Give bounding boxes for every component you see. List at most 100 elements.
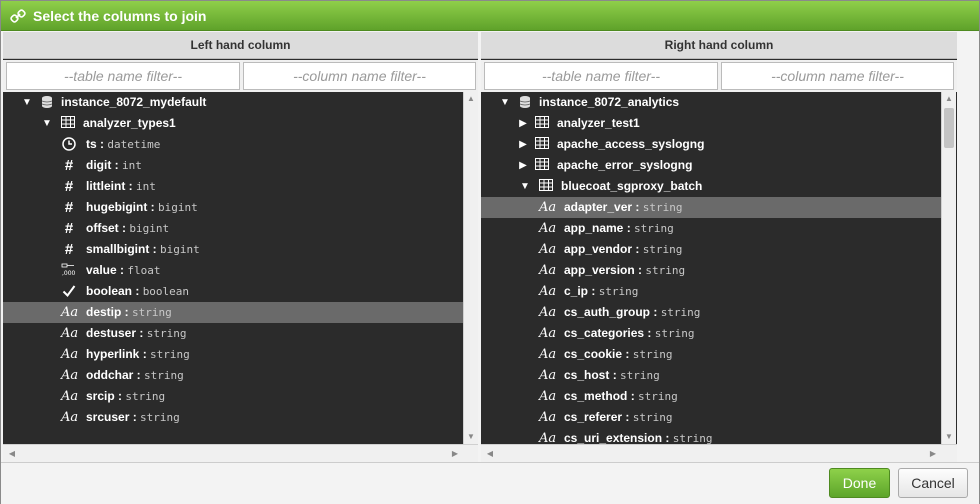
- left-database-node[interactable]: ▼ instance_8072_mydefault: [3, 92, 463, 113]
- scroll-down-icon[interactable]: ▼: [464, 430, 478, 444]
- right-column-row[interactable]: Aa cs_referer : string: [481, 407, 941, 428]
- left-column-row[interactable]: Aa destip : string: [3, 302, 463, 323]
- hash-icon: #: [64, 199, 74, 216]
- column-label: smallbigint : bigint: [86, 239, 200, 260]
- right-column-row[interactable]: Aa cs_host : string: [481, 365, 941, 386]
- scroll-left-icon[interactable]: ◀: [5, 447, 19, 461]
- column-name: ts: [86, 137, 97, 151]
- scroll-down-icon[interactable]: ▼: [942, 430, 956, 444]
- right-column-row[interactable]: Aa app_vendor : string: [481, 239, 941, 260]
- text-type-icon: Aa: [539, 368, 557, 383]
- right-collapsed-table-node[interactable]: ▶ analyzer_test1: [481, 113, 941, 134]
- column-separator: :: [129, 410, 141, 424]
- left-column-row[interactable]: # digit : int: [3, 155, 463, 176]
- right-column-row[interactable]: Aa cs_method : string: [481, 386, 941, 407]
- scroll-right-icon[interactable]: ▶: [448, 447, 462, 461]
- left-column-row[interactable]: boolean : boolean: [3, 281, 463, 302]
- right-column-filter-input[interactable]: [721, 62, 954, 90]
- left-tree[interactable]: ▼ instance_8072_mydefault ▼ analyzer_typ…: [3, 92, 463, 444]
- right-database-node[interactable]: ▼ instance_8072_analytics: [481, 92, 941, 113]
- table-icon: [534, 137, 550, 153]
- expand-arrow-icon[interactable]: ▶: [517, 155, 529, 176]
- column-name: adapter_ver: [564, 200, 633, 214]
- text-type-icon: Aa: [61, 389, 79, 404]
- right-collapsed-table-node[interactable]: ▶ apache_access_syslogng: [481, 134, 941, 155]
- scroll-thumb[interactable]: [944, 108, 954, 148]
- text-type-icon: Aa: [539, 410, 557, 425]
- scroll-right-icon[interactable]: ▶: [926, 447, 940, 461]
- done-button[interactable]: Done: [829, 468, 890, 498]
- dialog-titlebar: Select the columns to join: [1, 1, 979, 31]
- right-horizontal-scrollbar[interactable]: ◀ ▶: [481, 444, 957, 462]
- left-column-row[interactable]: # littleint : int: [3, 176, 463, 197]
- left-column-row[interactable]: # smallbigint : bigint: [3, 239, 463, 260]
- column-type: string: [642, 243, 683, 256]
- hash-icon: #: [64, 157, 74, 174]
- right-collapsed-table-node[interactable]: ▶ apache_error_syslogng: [481, 155, 941, 176]
- right-column-row[interactable]: Aa cs_cookie : string: [481, 344, 941, 365]
- column-separator: :: [111, 158, 122, 172]
- right-column-row[interactable]: Aa cs_uri_extension : string: [481, 428, 941, 444]
- left-column-row[interactable]: # hugebigint : bigint: [3, 197, 463, 218]
- left-horizontal-scrollbar[interactable]: ◀ ▶: [3, 444, 478, 462]
- column-separator: :: [149, 242, 161, 256]
- left-column-row[interactable]: Aa srcuser : string: [3, 407, 463, 428]
- database-name: instance_8072_analytics: [539, 95, 680, 109]
- column-label: ts : datetime: [86, 134, 160, 155]
- expand-arrow-icon[interactable]: ▼: [519, 176, 531, 197]
- expand-arrow-icon[interactable]: ▼: [21, 92, 33, 113]
- right-column-row[interactable]: Aa cs_auth_group : string: [481, 302, 941, 323]
- left-column-row[interactable]: Aa destuser : string: [3, 323, 463, 344]
- right-table-filter-input[interactable]: [484, 62, 718, 90]
- left-column-filter-input[interactable]: [243, 62, 476, 90]
- column-separator: :: [132, 284, 143, 298]
- column-type: datetime: [107, 138, 161, 151]
- column-separator: :: [114, 389, 126, 403]
- column-label: oddchar : string: [86, 365, 184, 386]
- left-table-node[interactable]: ▼ analyzer_types1: [3, 113, 463, 134]
- text-type-icon: Aa: [539, 284, 557, 299]
- right-column-row[interactable]: Aa c_ip : string: [481, 281, 941, 302]
- left-column-row[interactable]: Aa oddchar : string: [3, 365, 463, 386]
- expand-arrow-icon[interactable]: ▶: [517, 113, 529, 134]
- cancel-button[interactable]: Cancel: [898, 468, 968, 498]
- column-type: bigint: [158, 201, 198, 214]
- left-column-row[interactable]: Aa hyperlink : string: [3, 344, 463, 365]
- left-column-row[interactable]: # offset : bigint: [3, 218, 463, 239]
- column-name: app_name: [564, 221, 624, 235]
- right-tree[interactable]: ▼ instance_8072_analytics ▶ analyzer_test…: [481, 92, 941, 444]
- column-name: srcip: [86, 389, 115, 403]
- left-table-filter-input[interactable]: [6, 62, 240, 90]
- expand-arrow-icon[interactable]: ▼: [499, 92, 511, 113]
- column-separator: :: [136, 326, 147, 340]
- table-name: analyzer_types1: [83, 116, 176, 130]
- column-type: string: [620, 369, 660, 382]
- expand-arrow-icon[interactable]: ▶: [517, 134, 529, 155]
- left-vertical-scrollbar[interactable]: ▲ ▼: [463, 92, 478, 444]
- column-name: cs_referer: [564, 410, 623, 424]
- table-name: apache_access_syslogng: [557, 137, 705, 151]
- left-column-panel: Left hand column ▼ instance_8072_mydefau…: [3, 32, 478, 462]
- link-icon: [10, 9, 26, 23]
- right-column-row[interactable]: Aa adapter_ver : string: [481, 197, 941, 218]
- left-column-row[interactable]: Aa srcip : string: [3, 386, 463, 407]
- text-type-icon: Aa: [539, 326, 557, 341]
- right-column-row[interactable]: Aa cs_categories : string: [481, 323, 941, 344]
- database-icon: [517, 95, 533, 111]
- right-column-row[interactable]: Aa app_version : string: [481, 260, 941, 281]
- scroll-up-icon[interactable]: ▲: [464, 92, 478, 106]
- right-vertical-scrollbar[interactable]: ▲ ▼: [941, 92, 956, 444]
- column-name: value: [86, 263, 117, 277]
- right-column-row[interactable]: Aa app_name : string: [481, 218, 941, 239]
- column-label: app_version : string: [564, 260, 685, 281]
- column-type: string: [654, 327, 695, 340]
- expand-arrow-icon[interactable]: ▼: [41, 113, 53, 134]
- right-table-node[interactable]: ▼ bluecoat_sgproxy_batch: [481, 176, 941, 197]
- column-label: cs_cookie : string: [564, 344, 672, 365]
- left-column-row[interactable]: ts : datetime: [3, 134, 463, 155]
- column-label: cs_host : string: [564, 365, 660, 386]
- left-column-row[interactable]: ,000 value : float: [3, 260, 463, 281]
- scroll-left-icon[interactable]: ◀: [483, 447, 497, 461]
- scroll-up-icon[interactable]: ▲: [942, 92, 956, 106]
- column-name: cs_uri_extension: [564, 431, 663, 444]
